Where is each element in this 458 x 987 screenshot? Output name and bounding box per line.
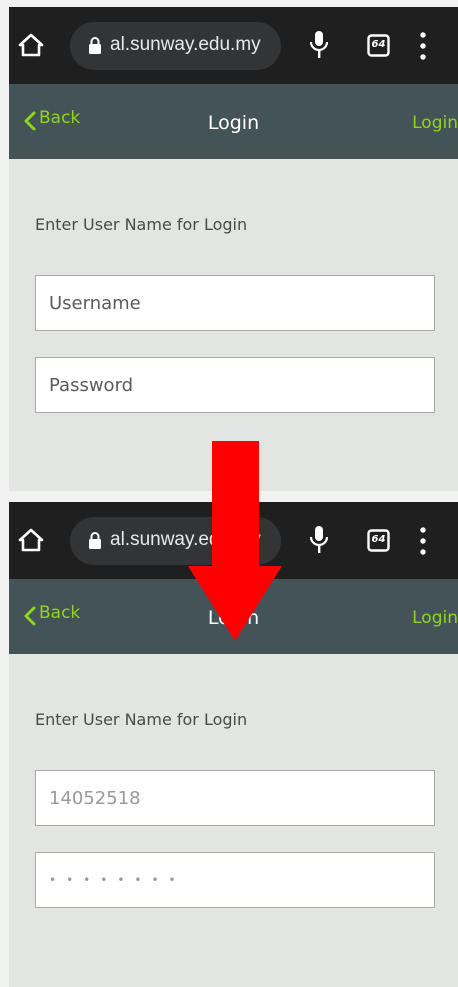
address-bar[interactable]: al.sunway.edu.my <box>70 22 281 70</box>
form-prompt: Enter User Name for Login <box>35 215 248 234</box>
menu-dots-icon[interactable] <box>418 31 428 61</box>
tab-switcher-icon[interactable]: 64 <box>367 34 390 57</box>
login-button[interactable]: Login <box>412 113 458 133</box>
home-icon[interactable] <box>18 32 44 58</box>
username-input[interactable] <box>35 770 435 826</box>
password-input[interactable] <box>35 852 435 908</box>
app-nav-bar: Back Login Login <box>9 84 458 159</box>
home-icon[interactable] <box>18 527 44 553</box>
tab-count: 64 <box>371 39 386 50</box>
lock-icon <box>89 532 101 549</box>
tab-count: 64 <box>371 534 386 545</box>
lock-icon <box>89 37 101 54</box>
login-form: Enter User Name for Login <box>9 654 458 987</box>
browser-toolbar: al.sunway.edu.my 64 <box>9 7 458 84</box>
menu-dots-icon[interactable] <box>418 526 428 556</box>
username-input[interactable] <box>35 275 435 331</box>
form-prompt: Enter User Name for Login <box>35 710 248 729</box>
login-button[interactable]: Login <box>412 608 458 628</box>
screenshot-before: al.sunway.edu.my 64 Back Login Login Ent… <box>9 7 458 491</box>
mic-icon[interactable] <box>309 525 329 555</box>
password-input[interactable] <box>35 357 435 413</box>
red-down-arrow <box>188 441 282 641</box>
url-text: al.sunway.edu.my <box>110 34 261 55</box>
mic-icon[interactable] <box>309 30 329 60</box>
tab-switcher-icon[interactable]: 64 <box>367 529 390 552</box>
page-title: Login <box>207 112 260 134</box>
